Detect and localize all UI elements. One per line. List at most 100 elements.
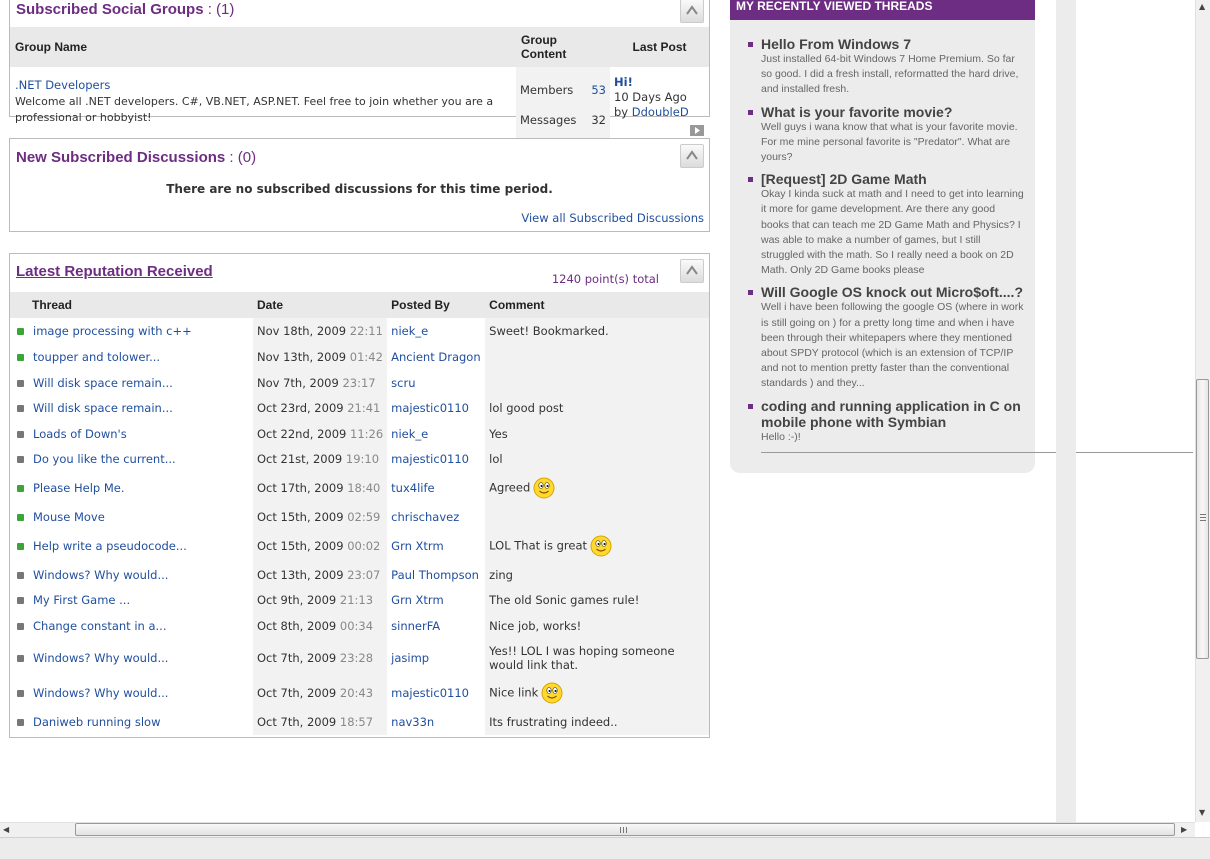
poster-link[interactable]: niek_e bbox=[391, 427, 428, 441]
rep-time: 18:40 bbox=[347, 480, 381, 495]
poster-link[interactable]: niek_e bbox=[391, 324, 428, 338]
rep-comment: Agreed bbox=[489, 480, 531, 494]
status-icon bbox=[17, 354, 24, 361]
last-post-author[interactable]: DdoubleD bbox=[632, 105, 689, 119]
last-post-title[interactable]: Hi! bbox=[614, 75, 633, 89]
poster-link[interactable]: nav33n bbox=[391, 715, 434, 729]
messages-count: 32 bbox=[591, 113, 606, 127]
recent-threads-title: MY RECENTLY VIEWED THREADS bbox=[730, 0, 1035, 20]
recent-thread-link[interactable]: Will Google OS knock out Micro$oft....? bbox=[761, 284, 1025, 300]
col-group-name: Group Name bbox=[10, 27, 516, 67]
members-count[interactable]: 53 bbox=[591, 75, 606, 105]
social-groups-panel: Subscribed Social Groups : (1) Group Nam… bbox=[9, 0, 710, 143]
thread-link[interactable]: Windows? Why would... bbox=[33, 686, 168, 700]
rep-date: Nov 18th, 2009 bbox=[257, 324, 347, 338]
group-description: Welcome all .NET developers. C#, VB.NET,… bbox=[15, 95, 494, 124]
poster-link[interactable]: chrischavez bbox=[391, 510, 459, 524]
thread-link[interactable]: Help write a pseudocode... bbox=[33, 539, 187, 553]
table-row: Windows? Why would... Oct 13th, 2009 23:… bbox=[10, 562, 709, 587]
list-item: Hello From Windows 7 Just installed 64-b… bbox=[748, 36, 1025, 98]
thread-link[interactable]: Will disk space remain... bbox=[33, 401, 173, 415]
collapse-button[interactable] bbox=[680, 0, 704, 23]
poster-link[interactable]: Paul Thompson bbox=[391, 568, 479, 582]
rep-time: 23:07 bbox=[347, 567, 381, 582]
reputation-title[interactable]: Latest Reputation Received bbox=[16, 263, 213, 280]
table-row: Help write a pseudocode... Oct 15th, 200… bbox=[10, 529, 709, 562]
scroll-right-icon[interactable]: ▶ bbox=[1181, 825, 1187, 834]
recent-thread-link[interactable]: What is your favorite movie? bbox=[761, 104, 1025, 120]
vertical-scroll-thumb[interactable] bbox=[1196, 379, 1209, 659]
rep-comment: Yes bbox=[489, 426, 508, 441]
rep-comment: Its frustrating indeed.. bbox=[489, 714, 618, 729]
thread-link[interactable]: Windows? Why would... bbox=[33, 651, 168, 665]
rep-date: Oct 17th, 2009 bbox=[257, 480, 344, 495]
last-post-when: 10 Days Ago bbox=[614, 90, 687, 104]
rep-time: 21:13 bbox=[339, 593, 374, 607]
thread-link[interactable]: My First Game ... bbox=[33, 593, 130, 607]
thread-link[interactable]: Do you like the current... bbox=[33, 452, 176, 466]
thread-link[interactable]: Change constant in a... bbox=[33, 619, 167, 633]
table-row: Loads of Down's Oct 22nd, 2009 11:26 nie… bbox=[10, 421, 709, 446]
status-icon bbox=[17, 513, 24, 521]
reputation-panel: Latest Reputation Received 1240 point(s)… bbox=[9, 253, 710, 738]
rep-date: Oct 7th, 2009 bbox=[257, 686, 337, 700]
poster-link[interactable]: majestic0110 bbox=[391, 401, 469, 415]
status-icon bbox=[17, 718, 24, 726]
recent-threads-list: Hello From Windows 7 Just installed 64-b… bbox=[730, 20, 1035, 445]
thread-link[interactable]: Loads of Down's bbox=[33, 427, 127, 441]
chevron-up-icon bbox=[686, 265, 698, 275]
status-icon bbox=[17, 542, 24, 550]
view-all-discussions-link[interactable]: View all Subscribed Discussions bbox=[521, 211, 704, 225]
thread-link[interactable]: toupper and tolower... bbox=[33, 350, 160, 364]
group-name-link[interactable]: .NET Developers bbox=[15, 78, 110, 92]
table-row: My First Game ... Oct 9th, 2009 21:13 Gr… bbox=[10, 587, 709, 613]
collapse-button[interactable] bbox=[680, 259, 704, 283]
thread-link[interactable]: image processing with c++ bbox=[33, 324, 192, 338]
recent-thread-link[interactable]: coding and running application in C on m… bbox=[761, 398, 1025, 430]
poster-link[interactable]: Grn Xtrm bbox=[391, 539, 444, 553]
poster-link[interactable]: sinnerFA bbox=[391, 619, 440, 633]
scroll-up-icon[interactable]: ▲ bbox=[1199, 2, 1205, 11]
thread-link[interactable]: Please Help Me. bbox=[33, 481, 125, 495]
rep-comment: lol good post bbox=[489, 401, 564, 415]
scroll-left-icon[interactable]: ◀ bbox=[3, 825, 9, 834]
go-to-post-icon[interactable] bbox=[690, 125, 704, 136]
rep-time: 23:17 bbox=[342, 375, 376, 390]
poster-link[interactable]: jasimp bbox=[391, 651, 429, 665]
status-icon bbox=[17, 655, 24, 662]
col-comment: Comment bbox=[485, 292, 709, 318]
poster-link[interactable]: majestic0110 bbox=[391, 686, 469, 700]
recent-thread-snippet: Just installed 64-bit Windows 7 Home Pre… bbox=[761, 53, 1019, 96]
smiley-icon bbox=[590, 535, 612, 556]
poster-link[interactable]: majestic0110 bbox=[391, 452, 469, 466]
poster-link[interactable]: scru bbox=[391, 376, 415, 390]
recent-thread-link[interactable]: [Request] 2D Game Math bbox=[761, 171, 1025, 187]
group-row: .NET Developers Welcome all .NET develop… bbox=[10, 67, 709, 143]
rep-time: 20:43 bbox=[339, 686, 374, 700]
thread-link[interactable]: Daniweb running slow bbox=[33, 715, 160, 729]
collapse-button[interactable] bbox=[680, 144, 704, 168]
poster-link[interactable]: Ancient Dragon bbox=[391, 350, 480, 364]
table-row: Daniweb running slow Oct 7th, 2009 18:57… bbox=[10, 708, 709, 735]
recent-thread-link[interactable]: Hello From Windows 7 bbox=[761, 36, 1025, 52]
rep-time: 11:26 bbox=[350, 426, 384, 441]
horizontal-scroll-thumb[interactable] bbox=[75, 823, 1175, 836]
thread-link[interactable]: Will disk space remain... bbox=[33, 376, 173, 390]
scroll-down-icon[interactable]: ▼ bbox=[1199, 808, 1205, 817]
status-icon bbox=[17, 571, 24, 579]
table-row: Windows? Why would... Oct 7th, 2009 20:4… bbox=[10, 678, 709, 708]
bullet-icon bbox=[748, 177, 753, 183]
chevron-up-icon bbox=[686, 150, 698, 160]
status-icon bbox=[17, 430, 24, 438]
thread-link[interactable]: Mouse Move bbox=[33, 510, 105, 524]
table-row: Windows? Why would... Oct 7th, 2009 23:2… bbox=[10, 638, 709, 678]
smiley-icon bbox=[541, 682, 563, 704]
rep-comment: LOL That is great bbox=[489, 538, 588, 552]
poster-link[interactable]: tux4life bbox=[391, 481, 434, 495]
rep-comment: Nice link bbox=[489, 685, 539, 700]
list-item: [Request] 2D Game Math Okay I kinda suck… bbox=[748, 171, 1025, 278]
thread-link[interactable]: Windows? Why would... bbox=[33, 568, 168, 582]
bullet-icon bbox=[748, 403, 753, 409]
messages-label: Messages bbox=[520, 113, 577, 127]
poster-link[interactable]: Grn Xtrm bbox=[391, 593, 444, 607]
